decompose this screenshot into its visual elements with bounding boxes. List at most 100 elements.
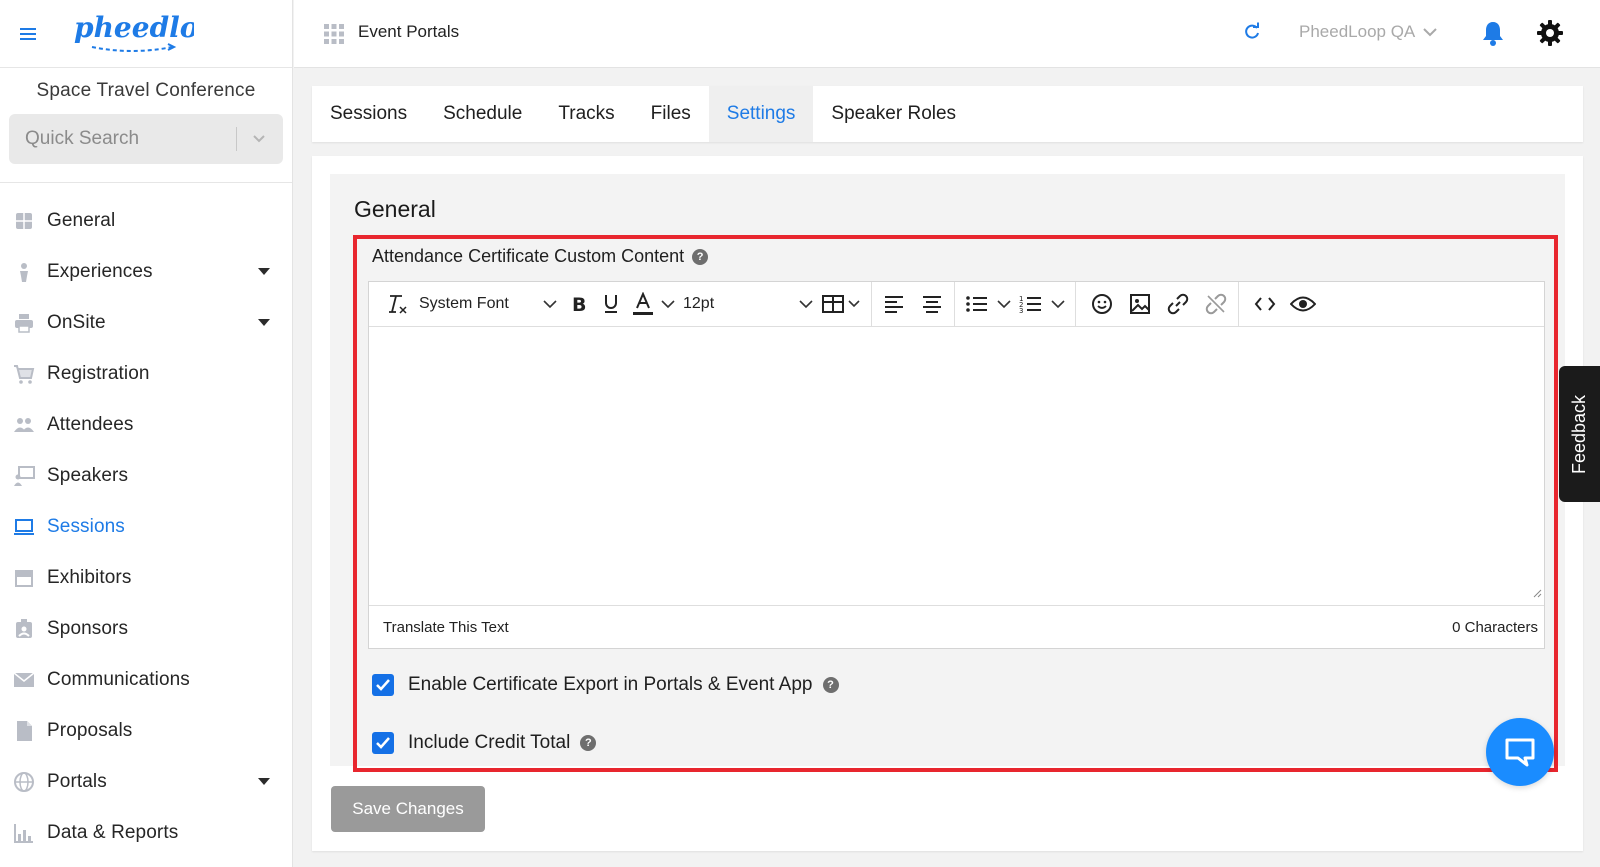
grid-icon — [13, 210, 35, 232]
sidebar-item-sponsors[interactable]: Sponsors — [0, 603, 292, 654]
chevron-down-icon — [543, 300, 557, 309]
source-code-icon[interactable] — [1249, 288, 1281, 320]
sidebar-item-sessions[interactable]: Sessions — [0, 501, 292, 552]
resize-handle-icon[interactable] — [1532, 585, 1542, 603]
caret-down-icon[interactable] — [258, 778, 270, 785]
rich-text-editor: System Font B 12pt 123 Translate This Te… — [368, 281, 1545, 649]
event-name: Space Travel Conference — [36, 80, 256, 101]
chevron-down-icon[interactable] — [251, 130, 267, 151]
numbered-list-icon[interactable]: 123 — [1015, 288, 1047, 320]
sidebar-item-exhibitors[interactable]: Exhibitors — [0, 552, 292, 603]
refresh-icon[interactable] — [1242, 22, 1262, 47]
sidebar-item-speakers[interactable]: Speakers — [0, 450, 292, 501]
help-icon[interactable]: ? — [822, 677, 839, 693]
align-left-icon[interactable] — [878, 288, 910, 320]
tab-settings[interactable]: Settings — [708, 86, 814, 142]
table-icon[interactable] — [819, 288, 865, 320]
storefront-icon — [13, 567, 35, 589]
sidebar-item-registration[interactable]: Registration — [0, 348, 292, 399]
quick-search-select[interactable]: Quick Search — [9, 114, 283, 164]
toolbar-separator — [1238, 281, 1239, 327]
menu-icon[interactable] — [0, 0, 56, 68]
toolbar-separator — [1075, 281, 1076, 327]
font-size-select[interactable]: 12pt — [677, 288, 819, 320]
quick-search-separator — [236, 127, 237, 151]
sidebar-item-label: OnSite — [47, 311, 106, 333]
bell-icon[interactable] — [1482, 20, 1504, 51]
sidebar-item-label: Sponsors — [47, 617, 129, 639]
emoji-icon[interactable] — [1086, 288, 1118, 320]
tab-tracks[interactable]: Tracks — [540, 86, 632, 142]
tab-files[interactable]: Files — [633, 86, 709, 142]
include-credit-total-checkbox[interactable] — [372, 732, 394, 754]
bullet-list-icon[interactable] — [961, 288, 993, 320]
sidebar-item-proposals[interactable]: Proposals — [0, 705, 292, 756]
clear-formatting-icon[interactable] — [381, 288, 413, 320]
printer-icon — [13, 312, 35, 334]
underline-icon[interactable] — [595, 288, 627, 320]
font-family-value: System Font — [419, 295, 509, 312]
sidebar-item-label: Exhibitors — [47, 566, 132, 588]
sidebar-item-label: Sessions — [47, 515, 125, 537]
sidebar-item-label: Data & Reports — [47, 821, 179, 843]
sidebar-item-general[interactable]: General — [0, 195, 292, 246]
chat-support-button[interactable] — [1486, 718, 1554, 786]
sidebar-item-portals[interactable]: Portals — [0, 756, 292, 807]
sidebar-item-label: Proposals — [47, 719, 133, 741]
tab-schedule[interactable]: Schedule — [425, 86, 540, 142]
image-icon[interactable] — [1124, 288, 1156, 320]
help-icon[interactable]: ? — [692, 248, 709, 265]
tab-speaker-roles[interactable]: Speaker Roles — [813, 86, 974, 142]
bullet-list-chevron-icon[interactable] — [993, 288, 1015, 320]
numbered-list-chevron-icon[interactable] — [1047, 288, 1069, 320]
sidebar-item-label: Speakers — [47, 464, 129, 486]
logo-text: pheedloop — [74, 11, 194, 44]
feedback-tab[interactable]: Feedback — [1559, 366, 1600, 502]
sidebar-item-label: Portals — [47, 770, 107, 792]
enable-certificate-export-checkbox[interactable] — [372, 674, 394, 696]
save-changes-button[interactable]: Save Changes — [331, 786, 485, 832]
text-color-chevron-icon[interactable] — [659, 288, 677, 320]
sidebar-item-data-reports[interactable]: Data & Reports — [0, 807, 292, 858]
unlink-icon[interactable] — [1200, 288, 1232, 320]
sidebar-item-communications[interactable]: Communications — [0, 654, 292, 705]
svg-text:3: 3 — [1019, 307, 1023, 314]
sidebar-nav: General Experiences OnSite Registration Atte… — [0, 183, 292, 858]
certificate-content-label-text: Attendance Certificate Custom Content — [372, 246, 685, 266]
sidebar-item-experiences[interactable]: Experiences — [0, 246, 292, 297]
top-bar: Event Portals PheedLoop QA — [294, 0, 1600, 68]
preview-eye-icon[interactable] — [1287, 288, 1319, 320]
tab-sessions[interactable]: Sessions — [312, 86, 425, 142]
font-family-select[interactable]: System Font — [413, 288, 563, 320]
bold-icon[interactable]: B — [563, 288, 595, 320]
sidebar-item-label: Experiences — [47, 260, 153, 282]
account-switcher[interactable]: PheedLoop QA — [1299, 22, 1437, 42]
link-icon[interactable] — [1162, 288, 1194, 320]
caret-down-icon[interactable] — [258, 268, 270, 275]
character-count: 0 Characters — [1452, 618, 1538, 636]
editor-status-bar: Translate This Text 0 Characters — [369, 606, 1544, 648]
people-icon — [13, 414, 35, 436]
include-credit-total-option[interactable]: Include Credit Total ? — [372, 732, 597, 754]
tab-bar: Sessions Schedule Tracks Files Settings Speak… — [312, 86, 1583, 142]
sidebar-item-label: Registration — [47, 362, 150, 384]
caret-down-icon[interactable] — [258, 319, 270, 326]
chevron-down-icon — [1423, 28, 1437, 37]
svg-text:B: B — [572, 294, 586, 314]
sidebar-item-label: Communications — [47, 668, 190, 690]
sidebar-item-onsite[interactable]: OnSite — [0, 297, 292, 348]
align-center-icon[interactable] — [916, 288, 948, 320]
enable-certificate-export-option[interactable]: Enable Certificate Export in Portals & E… — [372, 674, 839, 696]
pheedloop-logo[interactable]: pheedloop — [72, 9, 237, 58]
sidebar-item-attendees[interactable]: Attendees — [0, 399, 292, 450]
sidebar-item-label: Attendees — [47, 413, 134, 435]
gear-icon[interactable] — [1536, 19, 1564, 52]
editor-content-area[interactable] — [369, 327, 1544, 606]
logo-row: pheedloop — [0, 0, 292, 68]
help-icon[interactable]: ? — [580, 735, 597, 751]
translate-link[interactable]: Translate This Text — [383, 619, 509, 636]
laptop-icon — [13, 516, 35, 538]
apps-grid-icon[interactable] — [324, 24, 344, 49]
sidebar-item-label: General — [47, 209, 116, 231]
text-color-icon[interactable] — [627, 288, 659, 320]
